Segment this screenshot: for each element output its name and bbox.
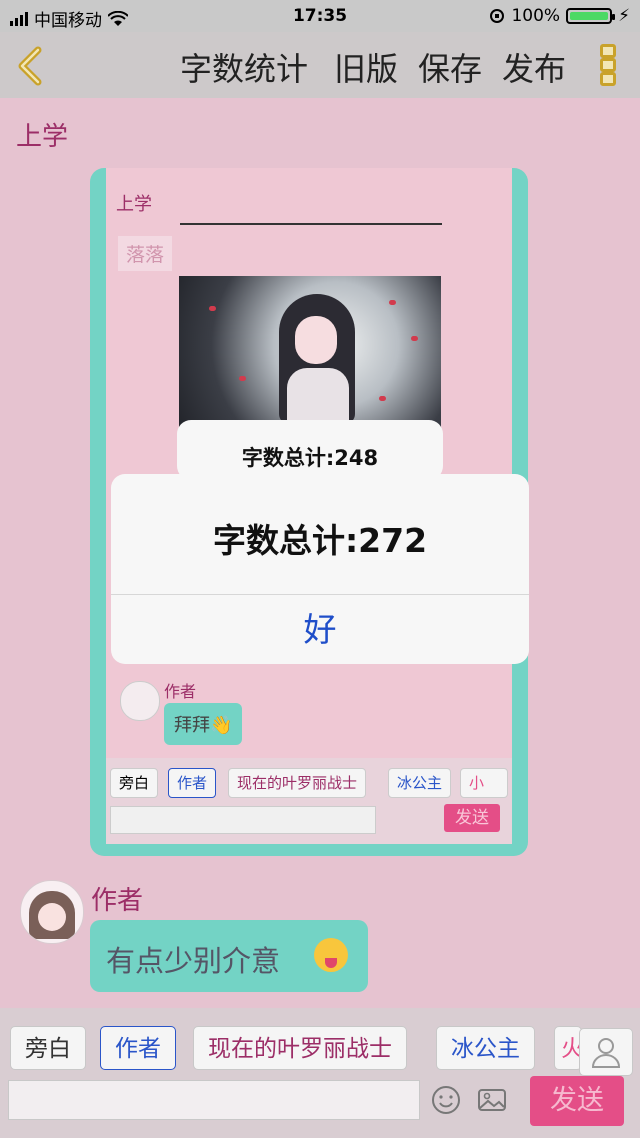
divider (180, 223, 442, 225)
publish-button[interactable]: 发布 (502, 44, 566, 90)
character-picker-button[interactable] (579, 1028, 633, 1076)
alert-message: 字数总计:272 (212, 521, 428, 560)
send-button[interactable]: 发送 (530, 1076, 624, 1126)
embedded-tag: 落落 (118, 236, 173, 271)
embedded-avatar (120, 681, 160, 721)
embedded-chip: 现在的叶罗丽战士 (228, 768, 367, 798)
embedded-send: 发送 (444, 804, 500, 832)
chip-author[interactable]: 作者 (100, 1026, 176, 1070)
chip-fire[interactable]: 火 (554, 1026, 582, 1070)
word-count-alert: 字数总计:272 好 (111, 474, 529, 664)
story-title: 上学 (16, 122, 69, 152)
embedded-chip: 作者 (168, 768, 217, 798)
anime-girl-illustration (179, 276, 441, 428)
battery-icon (566, 8, 616, 24)
author-avatar[interactable] (20, 880, 84, 944)
word-count-button[interactable]: 字数统计 (180, 44, 308, 90)
status-bar: 中国移动 17:35 100% ⚡ (0, 0, 640, 32)
message-input[interactable] (8, 1080, 420, 1120)
person-icon (591, 1038, 621, 1068)
more-menu-icon[interactable] (600, 44, 616, 86)
save-button[interactable]: 保存 (418, 44, 482, 90)
bottom-toolbar: 旁白 作者 现在的叶罗丽战士 冰公主 火 发送 (0, 1008, 640, 1138)
embedded-message: 拜拜👋 (164, 703, 243, 745)
embedded-alert: 字数总计:248 (177, 420, 443, 480)
back-chevron-icon[interactable] (14, 46, 50, 86)
nav-bar: 字数统计 旧版 保存 发布 (0, 32, 640, 98)
tongue-emoji-icon (314, 938, 348, 972)
embedded-toolbar: 旁白 作者 现在的叶罗丽战士 冰公主 小 发送 (106, 758, 512, 844)
message-bubble[interactable]: 有点少别介意 (90, 920, 368, 992)
alert-ok-button[interactable]: 好 (111, 595, 529, 664)
rotation-lock-icon (490, 9, 505, 23)
chip-character[interactable]: 现在的叶罗丽战士 (193, 1026, 407, 1070)
embedded-title: 上学 (116, 194, 152, 215)
author-name: 作者 (91, 886, 144, 916)
embedded-author: 作者 (164, 682, 197, 701)
chip-narration[interactable]: 旁白 (10, 1026, 86, 1070)
emoji-icon[interactable] (430, 1084, 462, 1116)
embedded-chip: 小 (460, 768, 508, 798)
message-text: 有点少别介意 (106, 944, 281, 978)
embedded-chip: 冰公主 (388, 768, 452, 798)
image-icon[interactable] (476, 1084, 508, 1116)
embedded-chip: 旁白 (110, 768, 159, 798)
embedded-input (110, 806, 376, 834)
old-version-button[interactable]: 旧版 (334, 44, 398, 90)
charging-icon: ⚡ (618, 6, 630, 26)
chip-ice-princess[interactable]: 冰公主 (436, 1026, 535, 1070)
battery-percent: 100% (511, 6, 561, 26)
